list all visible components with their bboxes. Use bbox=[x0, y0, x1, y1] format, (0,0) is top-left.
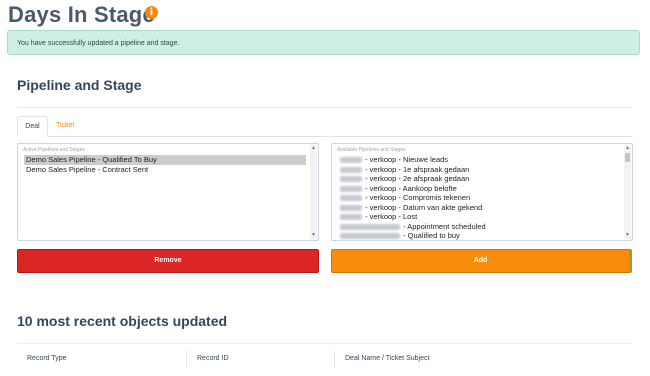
active-pipelines-label: Active Pipelines and Stages bbox=[23, 147, 85, 153]
add-button[interactable]: Add bbox=[331, 249, 632, 273]
column-header-record-id[interactable]: Record ID bbox=[197, 355, 229, 362]
available-option-label: - verkoop - Compromis tekenen bbox=[363, 193, 471, 202]
available-option-label: - verkoop - 2e afspraak gedaan bbox=[363, 174, 470, 183]
redacted-text bbox=[340, 166, 362, 173]
tab-bar-divider bbox=[17, 136, 632, 137]
page-title: Days In Stage bbox=[8, 2, 155, 27]
recent-objects-title: 10 most recent objects updated bbox=[17, 313, 228, 329]
redacted-text bbox=[340, 214, 362, 220]
scroll-down-arrow-icon[interactable]: ▼ bbox=[310, 232, 317, 239]
available-option-label: - Qualified to buy bbox=[401, 231, 460, 240]
available-option[interactable]: - Appointment scheduled bbox=[338, 222, 620, 232]
available-option[interactable]: - verkoop - 2e afspraak gedaan bbox=[338, 174, 620, 184]
available-listbox-scrollbar[interactable]: ▲ ▼ bbox=[624, 145, 631, 239]
redacted-text bbox=[340, 233, 400, 239]
available-option-label: - verkoop - Lost bbox=[363, 212, 418, 221]
redacted-text bbox=[340, 176, 362, 182]
available-option[interactable]: - verkoop - Compromis tekenen bbox=[338, 193, 620, 203]
available-option[interactable]: - verkoop - Lost bbox=[338, 212, 620, 222]
available-option[interactable]: - verkoop - 1e afspraak gedaan bbox=[338, 165, 620, 175]
available-option[interactable]: - verkoop - Aankoop belofte bbox=[338, 184, 620, 194]
info-icon[interactable]: i bbox=[145, 6, 158, 19]
remove-button[interactable]: Remove bbox=[17, 249, 319, 273]
scrollbar-thumb[interactable] bbox=[625, 153, 630, 162]
active-listbox-scrollbar[interactable]: ▲ ▼ bbox=[310, 145, 317, 239]
scroll-up-arrow-icon[interactable]: ▲ bbox=[624, 145, 631, 152]
available-option-label: - Appointment scheduled bbox=[401, 221, 486, 231]
redacted-text bbox=[340, 185, 362, 192]
available-option[interactable]: - Qualified to buy bbox=[338, 231, 620, 240]
redacted-text bbox=[340, 204, 362, 211]
divider bbox=[17, 343, 632, 344]
section-title: Pipeline and Stage bbox=[17, 77, 142, 93]
active-option[interactable]: Demo Sales Pipeline - Qualified To Buy bbox=[24, 155, 306, 165]
scroll-up-arrow-icon[interactable]: ▲ bbox=[310, 145, 317, 152]
column-separator bbox=[186, 351, 187, 367]
available-option-label: - verkoop - Datum van akte gekend bbox=[363, 202, 483, 212]
column-separator bbox=[334, 351, 335, 367]
column-header-record-type[interactable]: Record Type bbox=[27, 355, 67, 362]
redacted-text bbox=[340, 157, 362, 163]
available-option[interactable]: - verkoop - Datum van akte gekend bbox=[338, 203, 620, 213]
redacted-text bbox=[340, 223, 400, 230]
tab-ticket[interactable]: Ticket bbox=[56, 116, 74, 137]
available-option-label: - verkoop - 1e afspraak gedaan bbox=[363, 164, 470, 174]
success-alert: You have successfully updated a pipeline… bbox=[7, 30, 640, 55]
available-pipelines-listbox[interactable]: Available Pipelines and Stages - verkoop… bbox=[331, 143, 633, 241]
scroll-down-arrow-icon[interactable]: ▼ bbox=[624, 232, 631, 239]
divider bbox=[17, 107, 632, 108]
available-option-label: - verkoop - Nieuwe leads bbox=[363, 155, 449, 164]
available-option-label: - verkoop - Aankoop belofte bbox=[363, 183, 457, 193]
available-pipelines-label: Available Pipelines and Stages bbox=[337, 147, 406, 153]
active-option[interactable]: Demo Sales Pipeline - Contract Sent bbox=[24, 165, 306, 175]
redacted-text bbox=[340, 195, 362, 201]
tab-deal[interactable]: Deal bbox=[17, 116, 48, 137]
active-pipelines-listbox[interactable]: Active Pipelines and Stages Demo Sales P… bbox=[17, 143, 319, 241]
available-option[interactable]: - verkoop - Nieuwe leads bbox=[338, 155, 620, 165]
column-header-deal-name[interactable]: Deal Name / Ticket Subject bbox=[345, 355, 429, 362]
